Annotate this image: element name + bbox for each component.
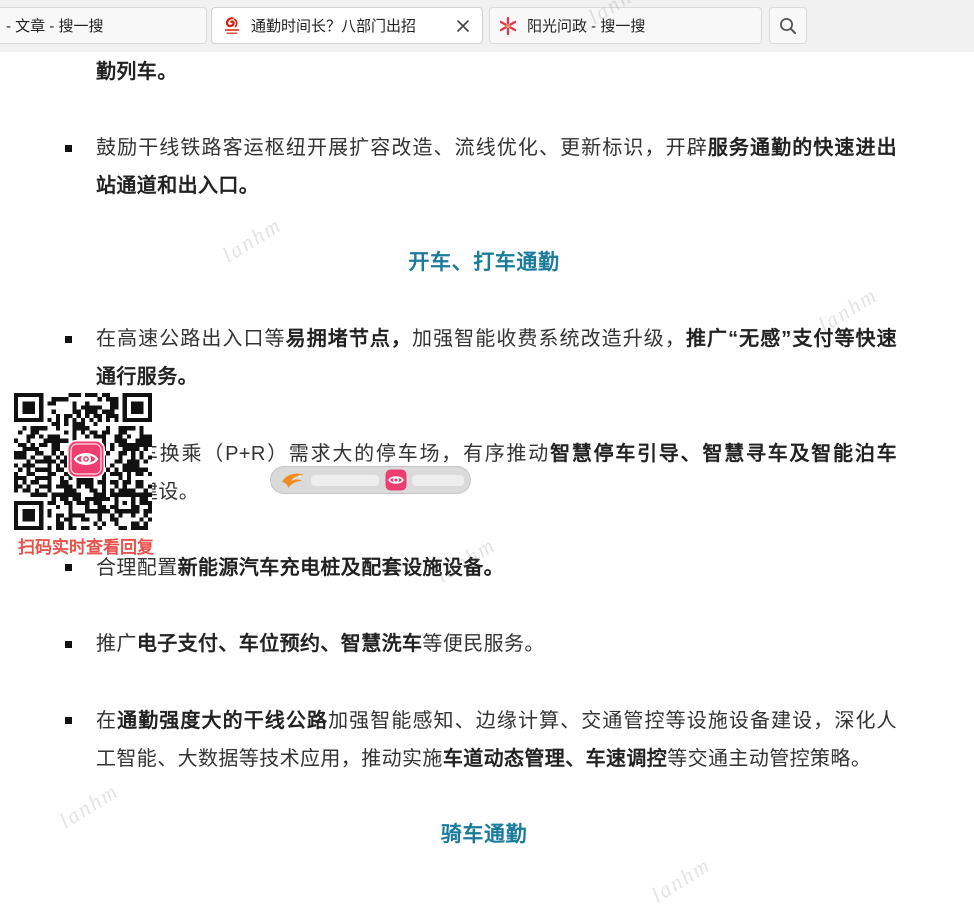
paragraph-tail: 勤列车。 xyxy=(96,53,897,91)
text-line: 在通勤强度大的干线公路加强智能感知、边缘计算、交通管控等设施设备建设，深化人 xyxy=(96,702,897,740)
text-run: 等便民服务。 xyxy=(422,633,545,656)
bold-text-run: 站通道和出入口。 xyxy=(96,175,260,198)
badge-label-placeholder xyxy=(412,475,464,486)
news-bird-logo-icon xyxy=(280,470,306,490)
sunshine-pinwheel-icon xyxy=(498,16,518,36)
text-run: 推广 xyxy=(96,633,137,656)
text-line: 车换乘（P+R）需求大的停车场，有序推动智慧停车引导、智慧寻车及智能泊车 xyxy=(96,435,897,473)
bold-text-run: 勤列车。 xyxy=(96,61,178,83)
bold-text-run: 车道动态管理、车速调控 xyxy=(442,747,668,770)
section-heading-drive: 开车、打车通勤 xyxy=(408,250,560,274)
text-run: 加强智能感知、边缘计算、交通管控等设施设备建设，深化人 xyxy=(328,709,897,732)
tab-sunshine-search[interactable]: 阳光问政 - 搜一搜 xyxy=(489,7,762,44)
bold-text-run: 通行服务。 xyxy=(96,366,198,389)
section-heading-ride: 骑车通勤 xyxy=(440,823,528,847)
text-line: 勤列车。 xyxy=(96,53,897,91)
browser-tab-strip: - 文章 - 搜一搜 通勤时间长？八部门出招 阳光问政 - 搜一搜 xyxy=(0,0,974,52)
source-badge xyxy=(270,466,471,494)
bold-text-run: 电子支付、车位预约、智慧洗车 xyxy=(136,633,423,656)
text-run: 等交通主动管控策略。 xyxy=(667,747,872,770)
list-item: 在通勤强度大的干线公路加强智能感知、边缘计算、交通管控等设施设备建设，深化人 工… xyxy=(65,702,897,778)
list-item: 推广电子支付、车位预约、智慧洗车等便民服务。 xyxy=(65,625,897,663)
tab-title: 通勤时间长？八部门出招 xyxy=(251,18,417,35)
list-item: 在高速公路出入口等易拥堵节点，加强智能收费系统改造升级，推广“无感”支付等快速 … xyxy=(65,320,897,396)
text-run: 合理配置 xyxy=(96,556,178,579)
tab-article-search[interactable]: - 文章 - 搜一搜 xyxy=(0,7,207,44)
text-line: 建设。 xyxy=(96,473,897,511)
text-run: 鼓励干线铁路客运枢纽开展扩容改造、流线优化、更新标识，开辟 xyxy=(96,137,708,160)
list-item: 车换乘（P+R）需求大的停车场，有序推动智慧停车引导、智慧寻车及智能泊车 建设。 xyxy=(65,435,897,511)
qr-code[interactable] xyxy=(14,393,152,530)
text-line: 通行服务。 xyxy=(96,358,897,396)
qr-finder-core xyxy=(22,401,35,414)
tab-title: 阳光问政 - 搜一搜 xyxy=(527,18,646,35)
bold-text-run: 通勤强度大的干线公路 xyxy=(117,709,329,732)
text-run: 工智能、大数据等技术应用，推动实施 xyxy=(96,747,443,770)
tab-active-article[interactable]: 通勤时间长？八部门出招 xyxy=(211,7,483,44)
people-daily-logo-icon xyxy=(222,16,242,36)
bold-text-run: 新能源汽车充电桩及配套设施设备。 xyxy=(177,556,505,579)
list-item: 鼓励干线铁路客运枢纽开展扩容改造、流线优化、更新标识，开辟服务通勤的快速进出 站… xyxy=(65,129,897,205)
text-line: 站通道和出入口。 xyxy=(96,167,897,205)
bullet-marker xyxy=(65,335,72,343)
eye-icon xyxy=(67,440,105,478)
text-run: 在高速公路出入口等 xyxy=(96,328,286,351)
qr-finder-core xyxy=(131,401,144,414)
bold-text-run: 智慧停车引导、智慧寻车及智能泊车 xyxy=(550,442,897,465)
qr-alignment-core xyxy=(122,500,127,506)
text-line: 鼓励干线铁路客运枢纽开展扩容改造、流线优化、更新标识，开辟服务通勤的快速进出 xyxy=(96,129,897,167)
tab-title: - 文章 - 搜一搜 xyxy=(6,18,104,35)
qr-finder-core xyxy=(22,509,35,522)
list-item: 合理配置新能源汽车充电桩及配套设施设备。 xyxy=(65,549,897,587)
bold-text-run: 推广“无感”支付等快速 xyxy=(685,328,898,351)
bullet-marker xyxy=(65,564,72,572)
qr-caption: 扫码实时查看回复 xyxy=(18,538,154,557)
text-line: 推广电子支付、车位预约、智慧洗车等便民服务。 xyxy=(96,625,897,663)
bold-text-run: 易拥堵节点， xyxy=(285,328,413,351)
text-run: 在 xyxy=(96,709,118,732)
search-button[interactable] xyxy=(769,7,807,44)
text-run: 加强智能收费系统改造升级， xyxy=(412,328,686,351)
bullet-marker xyxy=(65,144,72,152)
bullet-marker xyxy=(65,717,72,725)
text-line: 合理配置新能源汽车充电桩及配套设施设备。 xyxy=(96,549,897,587)
eye-icon xyxy=(385,469,407,491)
search-icon xyxy=(780,17,796,34)
text-line: 在高速公路出入口等易拥堵节点，加强智能收费系统改造升级，推广“无感”支付等快速 xyxy=(96,320,897,358)
bold-text-run: 服务通勤的快速进出 xyxy=(707,137,897,160)
text-line: 工智能、大数据等技术应用，推动实施车道动态管理、车速调控等交通主动管控策略。 xyxy=(96,740,897,778)
close-icon[interactable] xyxy=(456,19,470,33)
badge-label-placeholder xyxy=(311,475,379,486)
bullet-marker xyxy=(65,640,72,648)
text-run: 车换乘（P+R）需求大的停车场，有序推动 xyxy=(138,442,551,465)
